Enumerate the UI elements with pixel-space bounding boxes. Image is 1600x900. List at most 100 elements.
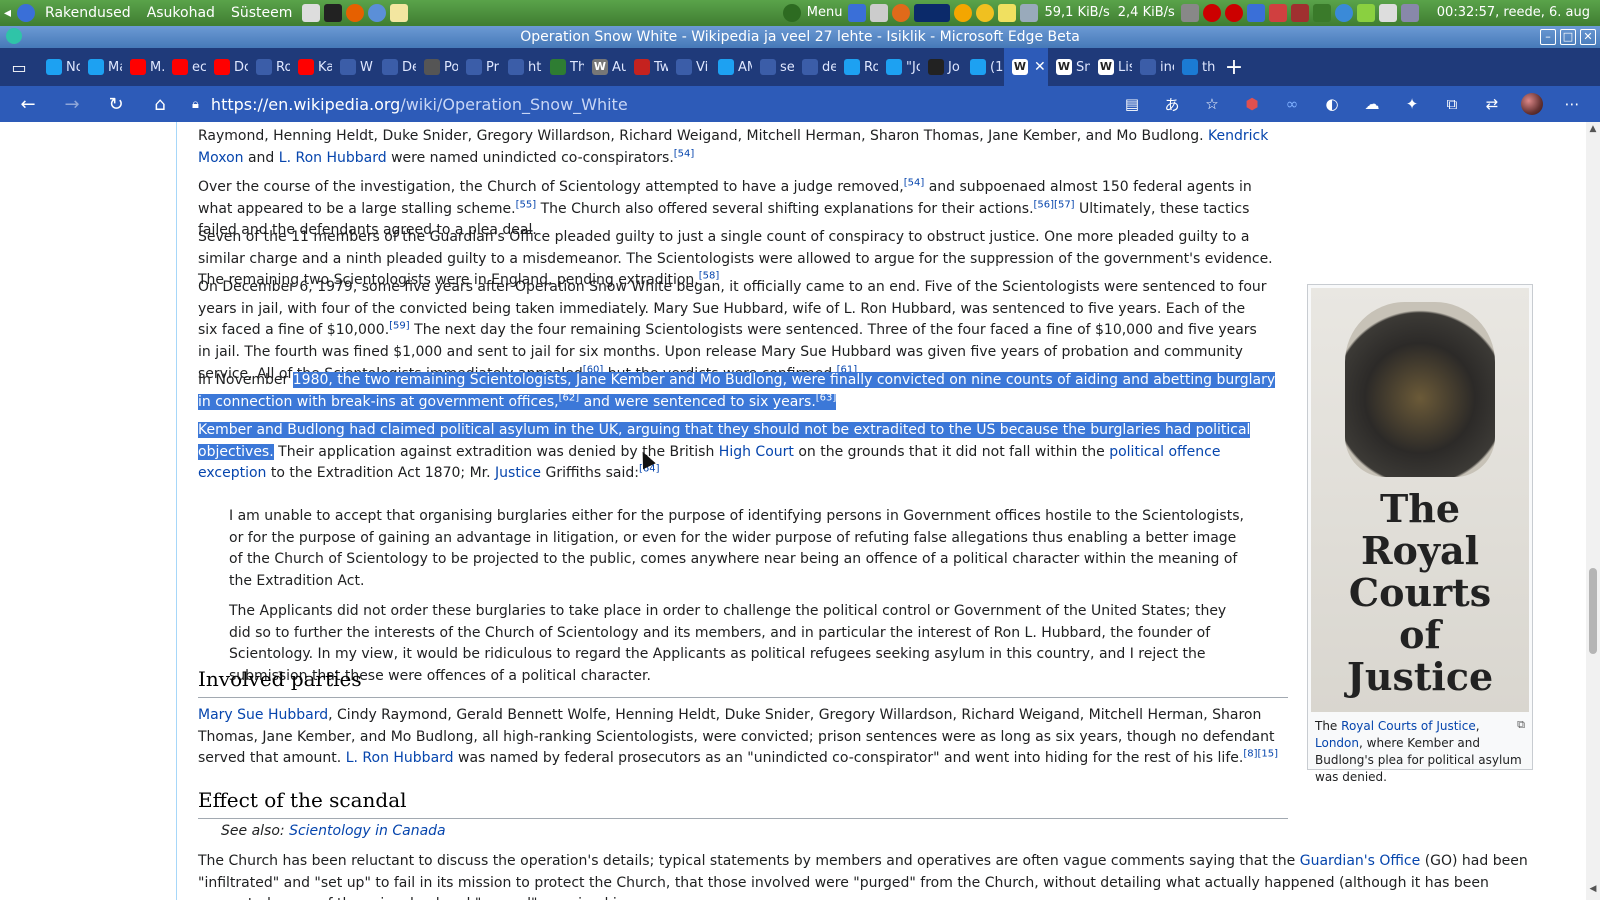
close-window-button[interactable]: ✕	[1580, 29, 1596, 45]
translate-icon[interactable]: あ	[1152, 86, 1192, 122]
scroll-up-arrow-icon[interactable]: ▲	[1588, 124, 1598, 134]
profile-avatar[interactable]	[1512, 86, 1552, 122]
checkbox-tray-icon[interactable]	[848, 4, 867, 22]
link-justice[interactable]: Justice	[495, 465, 541, 481]
ref-54[interactable]: [54]	[674, 148, 695, 159]
flag-tray-icon[interactable]	[1290, 4, 1309, 22]
link-l-ron-hubbard-2[interactable]: L. Ron Hubbard	[346, 750, 454, 766]
menu-places[interactable]: Asukohad	[139, 0, 223, 26]
files-icon[interactable]	[302, 4, 321, 22]
browser-tab[interactable]: Th	[542, 48, 584, 86]
browser-tab[interactable]: AM	[710, 48, 752, 86]
link-mary-sue-hubbard[interactable]: Mary Sue Hubbard	[198, 707, 328, 723]
browser-tab[interactable]: De	[374, 48, 416, 86]
menu-applications[interactable]: Rakendused	[37, 0, 139, 26]
system-monitor-icon[interactable]	[914, 4, 951, 22]
link-london[interactable]: London	[1315, 736, 1359, 750]
menu-system[interactable]: Süsteem	[223, 0, 300, 26]
search-tray-icon[interactable]	[976, 4, 995, 22]
browser-tab[interactable]: ec	[164, 48, 206, 86]
link-extension-icon[interactable]: ∞	[1272, 86, 1312, 122]
address-bar[interactable]: 🔒︎ https://en.wikipedia.org/wiki/Operati…	[192, 89, 1052, 119]
browser-tab[interactable]: se	[752, 48, 794, 86]
close-tab-icon[interactable]: ✕	[1034, 59, 1046, 75]
ref-56-57[interactable]: [56][57]	[1034, 199, 1075, 210]
ref-59[interactable]: [59]	[389, 321, 410, 332]
forward-button[interactable]: →	[50, 86, 94, 122]
link-scientology-in-canada[interactable]: Scientology in Canada	[289, 823, 446, 839]
collections-icon[interactable]: ⧉	[1432, 86, 1472, 122]
browser-tab[interactable]: inc	[1132, 48, 1174, 86]
browser-tab[interactable]: W ✕	[1004, 48, 1048, 86]
ref-54b[interactable]: [54]	[904, 177, 925, 188]
page-scrollbar[interactable]: ▲ ◀	[1586, 122, 1600, 900]
browser-tab[interactable]: W Au	[584, 48, 626, 86]
browser-tab[interactable]: Vi	[668, 48, 710, 86]
browser-tab[interactable]: Pr	[458, 48, 500, 86]
menu-logo-icon[interactable]	[17, 4, 36, 22]
scroll-thumb[interactable]	[1589, 568, 1597, 654]
browser-tab[interactable]: thi	[1174, 48, 1216, 86]
browser-tab[interactable]: M.	[122, 48, 164, 86]
home-button[interactable]: ⌂	[138, 86, 182, 122]
browser-tab[interactable]: Ro	[248, 48, 290, 86]
browser-tab[interactable]: Tw	[626, 48, 668, 86]
notes-tray-icon[interactable]	[998, 4, 1017, 22]
menu-power-icon[interactable]	[782, 4, 801, 22]
terminal-icon[interactable]	[324, 4, 343, 22]
link-high-court[interactable]: High Court	[719, 444, 794, 460]
qbittorrent-icon[interactable]	[1334, 4, 1353, 22]
enlarge-icon[interactable]: ⧉	[1517, 716, 1525, 733]
scroll-down-arrow-icon[interactable]: ◀	[1588, 884, 1598, 894]
lock-icon[interactable]: 🔒︎	[192, 97, 199, 112]
window-titlebar[interactable]: Operation Snow White - Wikipedia ja veel…	[0, 26, 1600, 48]
privacy-extension-icon[interactable]: ◐	[1312, 86, 1352, 122]
tab-actions-button[interactable]: ▭	[0, 48, 38, 86]
extensions-icon[interactable]: ✦	[1392, 86, 1432, 122]
menu-label[interactable]: Menu	[803, 0, 847, 26]
royal-courts-image[interactable]: The Royal Courts of Justice	[1311, 288, 1529, 712]
browser-tab[interactable]: "Jo	[878, 48, 920, 86]
refresh-button[interactable]: ↻	[94, 86, 138, 122]
browser-tab[interactable]: Do	[206, 48, 248, 86]
back-button[interactable]: ←	[6, 86, 50, 122]
favorite-star-icon[interactable]: ☆	[1192, 86, 1232, 122]
browser-tab[interactable]: Ro	[836, 48, 878, 86]
link-royal-courts-of-justice[interactable]: Royal Courts of Justice	[1341, 719, 1476, 733]
browser-tab[interactable]: Ma	[80, 48, 122, 86]
update-tray-icon[interactable]	[892, 4, 911, 22]
ref-62[interactable]: [62]	[559, 392, 580, 403]
record-icon[interactable]	[1202, 4, 1221, 22]
browser-tab[interactable]: Ka	[290, 48, 332, 86]
browser-tab[interactable]: Jo	[920, 48, 962, 86]
browser-tab[interactable]: W Sn	[1048, 48, 1090, 86]
ref-55[interactable]: [55]	[516, 199, 537, 210]
browser-tab[interactable]: (1	[962, 48, 1004, 86]
text-editor-icon[interactable]	[390, 4, 409, 22]
browser-tab[interactable]: No	[38, 48, 80, 86]
ref-63[interactable]: [63]	[816, 392, 837, 403]
immersive-reader-icon[interactable]: ▤	[1112, 86, 1152, 122]
link-l-ron-hubbard[interactable]: L. Ron Hubbard	[279, 150, 387, 166]
volume-icon[interactable]	[1180, 4, 1199, 22]
battery-icon[interactable]	[1356, 4, 1375, 22]
sync-icon[interactable]: ⇄	[1472, 86, 1512, 122]
panel-left-arrow[interactable]: ◂	[0, 5, 15, 21]
browser-tab[interactable]: W	[332, 48, 374, 86]
settings-more-icon[interactable]: ⋯	[1552, 86, 1592, 122]
record-icon-2[interactable]	[1224, 4, 1243, 22]
browser-tab[interactable]: ht	[500, 48, 542, 86]
ublock-icon[interactable]: ⬢	[1232, 86, 1272, 122]
browser-tab[interactable]: de	[794, 48, 836, 86]
clock[interactable]: 00:32:57, reede, 6. aug	[1421, 0, 1600, 26]
bluetooth-icon[interactable]	[1246, 4, 1265, 22]
maximize-button[interactable]: □	[1560, 29, 1576, 45]
link-guardians-office[interactable]: Guardian's Office	[1300, 853, 1421, 869]
firefox-icon[interactable]	[346, 4, 365, 22]
thunderbird-icon[interactable]	[368, 4, 387, 22]
new-tab-button[interactable]: +	[1216, 48, 1252, 86]
shield-tray-icon[interactable]	[1268, 4, 1287, 22]
browser-tab[interactable]: Po	[416, 48, 458, 86]
network-tray-icon[interactable]	[870, 4, 889, 22]
minimize-button[interactable]: –	[1540, 29, 1556, 45]
